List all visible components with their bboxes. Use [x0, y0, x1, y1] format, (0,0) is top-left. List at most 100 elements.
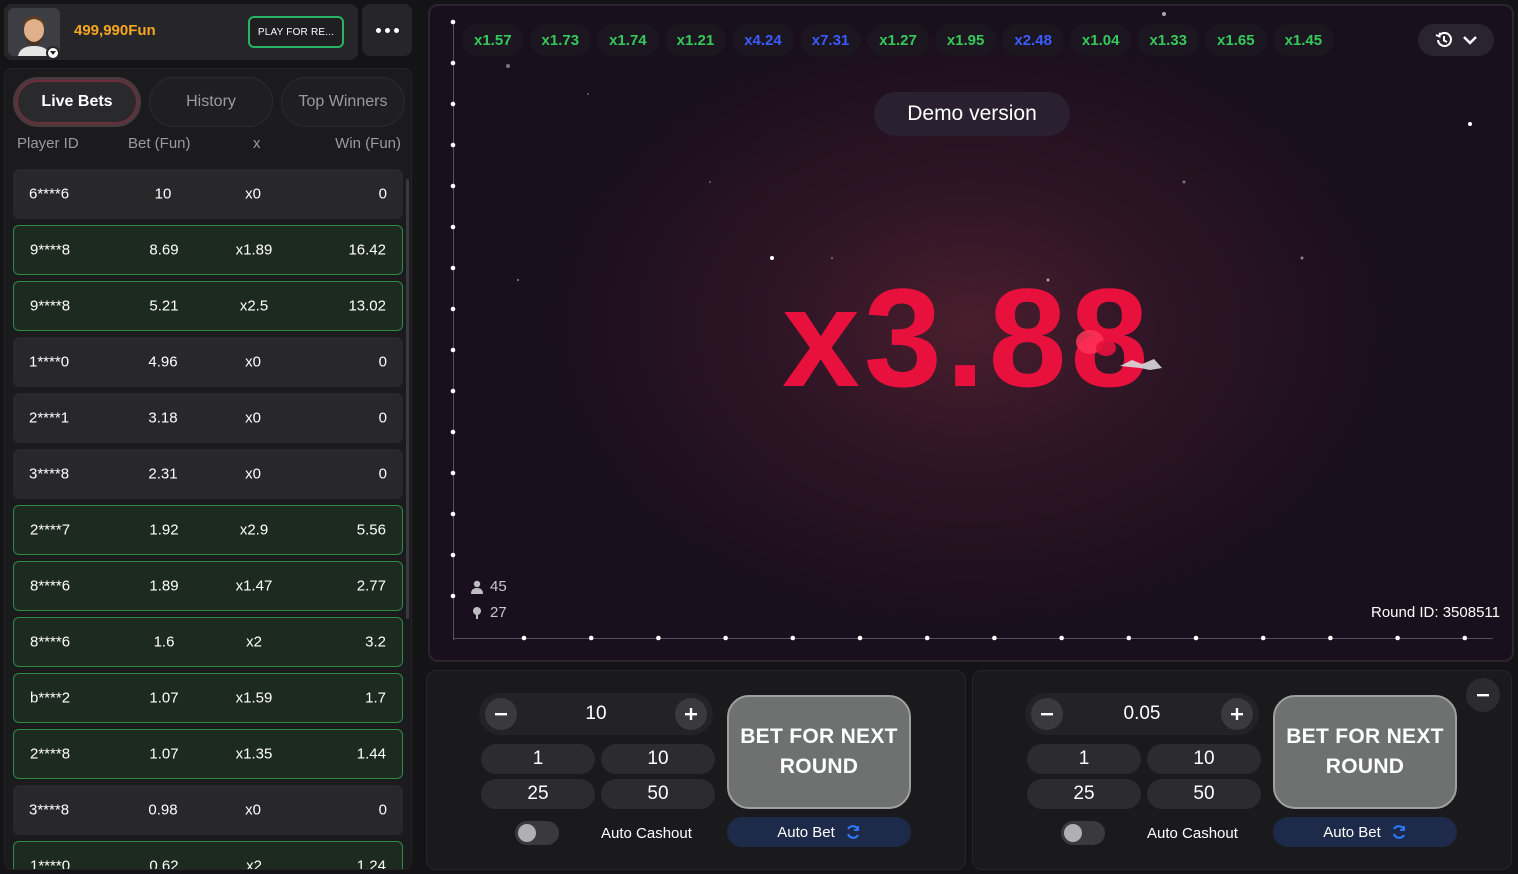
quick-amount-button[interactable]: 10: [1147, 744, 1261, 774]
bet-amount: 1.07: [149, 745, 179, 763]
bettors-counter: 27: [470, 604, 507, 621]
history-multiplier[interactable]: x2.48: [1002, 24, 1064, 56]
increase-amount-button[interactable]: [1221, 698, 1253, 730]
x-axis-dot: [588, 635, 594, 641]
win-amount: 0: [378, 409, 387, 427]
cashout-multiplier: x0: [245, 353, 261, 371]
avatar-dropdown-icon[interactable]: [46, 46, 60, 60]
x-axis-dot: [723, 635, 728, 641]
bets-scrollbar[interactable]: [406, 179, 409, 619]
player-id: 3****8: [29, 465, 70, 483]
x-axis-dot: [992, 635, 997, 641]
history-multiplier[interactable]: x7.31: [799, 24, 862, 56]
history-multiplier[interactable]: x1.04: [1069, 24, 1132, 56]
cashout-multiplier: x0: [245, 801, 261, 819]
auto-cashout-label: Auto Cashout: [601, 825, 692, 842]
bet-amount: 0.98: [148, 801, 178, 819]
x-axis-dot: [1395, 635, 1400, 641]
player-id: 2****8: [30, 745, 71, 763]
win-amount: 2.77: [356, 577, 386, 595]
bettors-count: 27: [490, 604, 507, 621]
auto-cashout-toggle[interactable]: [515, 821, 559, 845]
x-axis-dot: [1328, 635, 1333, 641]
player-id: 9****8: [30, 241, 71, 259]
bet-row: 9****8 5.21 x2.5 13.02: [13, 281, 403, 331]
y-axis-dot: [450, 265, 456, 271]
bet-for-next-round-button[interactable]: BET FOR NEXT ROUND: [727, 695, 911, 809]
history-multiplier[interactable]: x1.57: [462, 24, 524, 56]
history-multiplier[interactable]: x1.33: [1137, 24, 1200, 56]
y-axis-dot: [450, 183, 456, 189]
y-axis-dot: [450, 593, 456, 599]
history-multiplier[interactable]: x4.24: [732, 24, 794, 56]
increase-amount-button[interactable]: [675, 698, 707, 730]
x-axis-dot: [656, 635, 661, 641]
tab-history[interactable]: History: [149, 77, 273, 127]
quick-amount-button[interactable]: 10: [601, 744, 715, 774]
bet-for-next-round-button[interactable]: BET FOR NEXT ROUND: [1273, 695, 1457, 809]
win-amount: 16.42: [348, 241, 386, 259]
bet-amount: 1.07: [149, 689, 179, 707]
bets-column-headers: Player ID Bet (Fun) x Win (Fun): [5, 135, 411, 155]
history-multiplier[interactable]: x1.95: [934, 24, 997, 56]
bet-amount: 5.21: [149, 297, 179, 315]
auto-bet-button[interactable]: Auto Bet: [1273, 817, 1457, 847]
history-multiplier[interactable]: x1.73: [529, 24, 592, 56]
refresh-icon: [846, 825, 859, 839]
win-amount: 0: [378, 465, 387, 483]
y-axis-dot: [450, 224, 456, 230]
play-for-real-button[interactable]: PLAY FOR RE...: [248, 16, 344, 48]
bet-amount: 1.92: [149, 521, 179, 539]
y-axis-dot: [450, 388, 456, 394]
round-id: Round ID: 3508511: [1371, 604, 1500, 621]
tab-top-winners[interactable]: Top Winners: [281, 77, 405, 127]
cashout-multiplier: x1.47: [235, 577, 273, 595]
game-canvas: x1.57 x1.73 x1.74 x1.21 x4.24 x7.31 x1.27 x1.95…: [428, 4, 1514, 662]
auto-cashout-toggle[interactable]: [1061, 821, 1105, 845]
quick-amount-button[interactable]: 50: [1147, 779, 1261, 809]
y-axis-dot: [450, 470, 456, 476]
quick-amount-button[interactable]: 25: [481, 779, 595, 809]
bet-panel-1: 10 1 10 25 50 Auto Cashout BET FOR NEXT …: [426, 670, 966, 870]
more-menu-button[interactable]: [362, 4, 412, 56]
account-header: 499,990Fun PLAY FOR RE...: [4, 4, 358, 60]
y-axis-dot: [450, 511, 456, 517]
tab-live-bets[interactable]: Live Bets: [13, 77, 141, 127]
auto-bet-button[interactable]: Auto Bet: [727, 817, 911, 847]
bet-amount: 1.89: [149, 577, 179, 595]
x-axis-dot: [1059, 635, 1064, 641]
cashout-multiplier: x2.9: [239, 521, 269, 539]
history-toggle-button[interactable]: [1418, 24, 1494, 56]
bet-row: 8****6 1.89 x1.47 2.77: [13, 561, 403, 611]
bet-amount: 0.62: [149, 857, 179, 870]
players-count: 45: [490, 578, 507, 595]
players-counter: 45: [470, 578, 507, 595]
x-axis-dot: [1462, 635, 1468, 641]
quick-amount-button[interactable]: 1: [1027, 744, 1141, 774]
bet-row: 2****8 1.07 x1.35 1.44: [13, 729, 403, 779]
y-axis-dot: [450, 552, 456, 558]
history-multiplier[interactable]: x1.45: [1272, 24, 1335, 56]
more-dot: [375, 27, 381, 33]
multiplier-history: x1.57 x1.73 x1.74 x1.21 x4.24 x7.31 x1.27 x1.95…: [462, 24, 1335, 56]
cashout-multiplier: x0: [245, 185, 261, 203]
history-multiplier[interactable]: x1.65: [1205, 24, 1267, 56]
bet-row: 1****0 0.62 x2 1.24: [13, 841, 403, 870]
player-id: 8****6: [30, 633, 71, 651]
quick-amount-button[interactable]: 1: [481, 744, 595, 774]
quick-amount-button[interactable]: 50: [601, 779, 715, 809]
history-multiplier[interactable]: x1.74: [597, 24, 659, 56]
win-amount: 0: [378, 185, 387, 203]
bets-list: 6****6 10 x0 0 9****8 8.69 x1.89 16.42 9****8 5.2…: [13, 169, 403, 870]
history-multiplier[interactable]: x1.27: [867, 24, 929, 56]
player-id: b****2: [30, 689, 71, 707]
remove-bet-panel-button[interactable]: [1466, 678, 1500, 712]
win-amount: 1.44: [356, 745, 386, 763]
quick-amount-button[interactable]: 25: [1027, 779, 1141, 809]
cashout-multiplier: x2.5: [239, 297, 269, 315]
round-id-label: Round ID:: [1370, 604, 1439, 621]
history-multiplier[interactable]: x1.21: [664, 24, 727, 56]
x-axis-dot: [924, 635, 930, 641]
cashout-multiplier: x0: [245, 409, 261, 427]
win-amount: 0: [378, 353, 387, 371]
